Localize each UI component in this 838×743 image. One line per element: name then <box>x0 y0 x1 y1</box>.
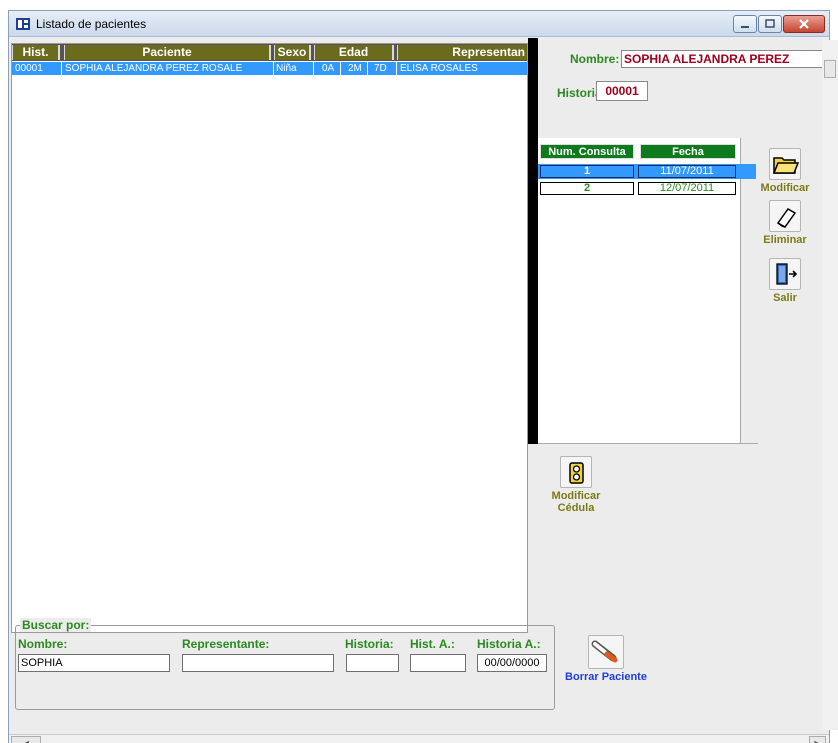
col-hist[interactable]: Hist. <box>12 45 60 60</box>
nombre-value: SOPHIA ALEJANDRA PEREZ <box>621 50 823 68</box>
col-representante[interactable]: Representan <box>397 45 527 60</box>
search-nombre-label: Nombre: <box>18 637 68 651</box>
scroll-thumb[interactable] <box>824 60 836 78</box>
col-paciente[interactable]: Paciente <box>64 45 271 60</box>
search-historia-a-label: Historia A.: <box>477 637 541 651</box>
consulta-fecha: 11/07/2011 <box>638 165 736 178</box>
col-edad[interactable]: Edad <box>314 45 394 60</box>
cell-separator <box>396 62 397 75</box>
search-representante-input[interactable] <box>182 654 334 672</box>
search-historia-a-input[interactable]: 00/00/0000 <box>477 654 547 672</box>
app-icon <box>16 18 30 30</box>
cell-separator <box>340 62 341 75</box>
cell-separator <box>367 62 368 75</box>
grid-header: Hist. Paciente Sexo Edad Representan <box>12 44 527 61</box>
exit-door-icon <box>769 258 801 290</box>
vertical-scrollbar[interactable] <box>822 40 838 730</box>
historia-value: 00001 <box>596 81 648 101</box>
folder-open-icon <box>769 148 801 180</box>
nombre-label: Nombre: <box>570 52 620 66</box>
modificar-label: Modificar <box>760 182 810 194</box>
salir-label: Salir <box>773 292 797 304</box>
table-row[interactable]: 00001 SOPHIA ALEJANDRA PEREZ ROSALE Niña… <box>12 62 527 75</box>
cell-edad-dias: 7D <box>374 63 387 74</box>
cell-separator <box>61 62 62 75</box>
cell-edad-anos: 0A <box>322 63 335 74</box>
close-icon <box>799 19 809 29</box>
col-num-consulta[interactable]: Num. Consulta <box>540 144 634 159</box>
title-bar[interactable]: Listado de pacientes <box>9 11 829 37</box>
cell-sexo: Niña <box>276 63 297 74</box>
search-hist-a-label: Hist. A.: <box>410 637 455 651</box>
main-window: Listado de pacientes Hist. Paciente Sexo… <box>8 10 830 743</box>
client-area: Hist. Paciente Sexo Edad Representan 000… <box>9 38 829 743</box>
borrar-paciente-button[interactable]: Borrar Paciente <box>556 635 656 683</box>
minimize-icon <box>741 26 749 28</box>
cell-separator <box>273 62 274 75</box>
consulta-fecha: 12/07/2011 <box>638 182 736 195</box>
cell-edad-meses: 2M <box>348 63 362 74</box>
consulta-num: 1 <box>540 165 634 178</box>
list-item[interactable]: 2 12/07/2011 <box>538 181 756 196</box>
consulta-num: 2 <box>540 182 634 195</box>
col-fecha[interactable]: Fecha <box>640 144 736 159</box>
eraser-pencil-icon <box>588 635 624 669</box>
search-nombre-input[interactable]: SOPHIA <box>18 654 170 672</box>
modificar-cedula-label-1: Modificar <box>551 490 601 502</box>
eraser-icon <box>769 200 801 232</box>
search-hist-a-input[interactable] <box>410 654 466 672</box>
scroll-left-button[interactable]: ◀ <box>11 736 41 743</box>
search-historia-input[interactable] <box>346 654 399 672</box>
search-historia-label: Historia: <box>345 637 394 651</box>
maximize-button[interactable] <box>758 15 782 33</box>
eliminar-button[interactable]: Eliminar <box>759 200 811 246</box>
cell-separator <box>313 62 314 75</box>
salir-button[interactable]: Salir <box>767 258 803 304</box>
cell-paciente: SOPHIA ALEJANDRA PEREZ ROSALE <box>65 63 243 74</box>
modificar-cedula-button[interactable]: Modificar Cédula <box>546 456 606 514</box>
scroll-right-button[interactable]: ▶ <box>809 736 826 743</box>
id-key-icon <box>560 456 592 488</box>
patient-grid[interactable]: Hist. Paciente Sexo Edad Representan 000… <box>11 43 528 633</box>
maximize-icon <box>765 19 775 28</box>
col-sexo[interactable]: Sexo <box>274 45 311 60</box>
search-group: Buscar por: Nombre: SOPHIA Representante… <box>15 618 555 710</box>
eliminar-label: Eliminar <box>763 234 807 246</box>
modificar-button[interactable]: Modificar <box>757 148 813 194</box>
close-button[interactable] <box>783 15 825 33</box>
modificar-cedula-label-2: Cédula <box>557 502 595 514</box>
panel-divider <box>528 38 538 444</box>
list-item[interactable]: 1 11/07/2011 <box>538 164 756 179</box>
cell-representante: ELISA ROSALES <box>400 63 478 74</box>
consultas-grid[interactable]: Num. Consulta Fecha 1 11/07/2011 2 12/07… <box>528 38 758 444</box>
cell-hist: 00001 <box>15 63 43 74</box>
horizontal-scrollbar[interactable]: ◀ ▶ <box>9 734 829 743</box>
search-legend: Buscar por: <box>20 618 92 632</box>
search-representante-label: Representante: <box>182 637 270 651</box>
window-title: Listado de pacientes <box>36 17 147 31</box>
borrar-paciente-label: Borrar Paciente <box>565 671 647 683</box>
minimize-button[interactable] <box>733 15 757 33</box>
